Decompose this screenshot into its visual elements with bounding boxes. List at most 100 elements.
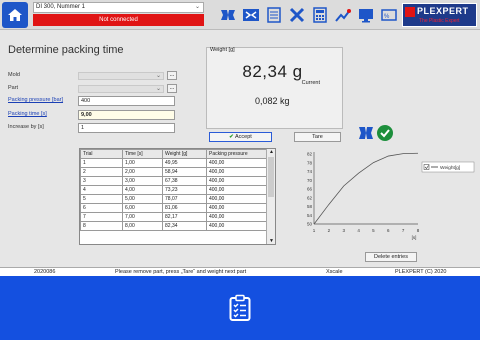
home-button[interactable] (2, 2, 28, 28)
y-tick-label: 82 (307, 152, 313, 157)
monitor-icon (359, 9, 373, 23)
cell-time: 7,00 (122, 212, 163, 222)
weight-kg-value: 0,082 kg (255, 96, 290, 106)
cell-weight: 73,23 (162, 185, 207, 195)
chevron-down-icon[interactable]: ▼ (267, 238, 275, 244)
compare-button[interactable] (240, 4, 262, 26)
calculator-button[interactable] (309, 4, 331, 26)
plexpert-logo: PLEXPERT The Plastic Expert (402, 3, 477, 27)
packing-pressure-input[interactable]: 400 (78, 96, 175, 106)
delete-entries-button[interactable]: Delete entries (365, 252, 417, 262)
packing-pressure-label[interactable]: Packing pressure [bar] (8, 97, 63, 103)
table-row[interactable]: 6 6,00 81,06 400,00 (80, 203, 267, 213)
cell-weight: 78,07 (162, 194, 207, 204)
cell-weight: 49,95 (162, 158, 207, 168)
table-scrollbar[interactable]: ▲ ▼ (266, 149, 275, 244)
table-row[interactable]: 2 2,00 58,94 400,00 (80, 167, 267, 177)
cell-time: 4,00 (122, 185, 163, 195)
scrollbar-thumb[interactable] (268, 157, 274, 197)
packing-time-input[interactable]: 9,00 (78, 110, 175, 120)
x-axis-label: [s] (412, 235, 417, 240)
home-icon (8, 9, 22, 21)
cell-trial: 7 (80, 212, 123, 222)
accept-button[interactable]: ✔ Accept (209, 132, 272, 142)
cell-packing-pressure: 400,00 (206, 158, 267, 168)
x-tick-label: 4 (357, 228, 360, 233)
series-line (313, 152, 419, 225)
accept-label: Accept (235, 134, 252, 140)
mold-label: Mold (8, 72, 20, 78)
table-row[interactable]: 8 8,00 82,34 400,00 (80, 221, 267, 231)
chevron-up-icon[interactable]: ▲ (267, 149, 275, 155)
chevron-down-icon: ⌄ (155, 86, 161, 92)
check-icon: ✔ (229, 134, 234, 140)
y-tick-label: 66 (307, 187, 313, 192)
status-device: Xscale (326, 269, 343, 275)
parameters-button[interactable] (217, 4, 239, 26)
part-browse-button[interactable]: ... (167, 84, 177, 93)
increase-input[interactable]: 1 (78, 123, 175, 133)
column-header-weight[interactable]: Weight [g] (162, 149, 207, 159)
y-tick-label: 62 (307, 195, 313, 200)
page-title: Determine packing time (8, 44, 124, 56)
y-tick-label: 54 (307, 213, 313, 218)
cell-time: 2,00 (122, 167, 163, 177)
packing-time-label[interactable]: Packing time [s] (8, 111, 47, 117)
chevron-down-icon: ⌄ (194, 4, 200, 10)
logo-mark-icon (405, 7, 415, 17)
cell-weight: 82,34 (162, 221, 207, 231)
x-tick-label: 1 (313, 228, 316, 233)
table-row[interactable]: 4 4,00 73,23 400,00 (80, 185, 267, 195)
table-row[interactable]: 5 5,00 78,07 400,00 (80, 194, 267, 204)
weight-value: 82,34 g (242, 62, 303, 81)
y-tick-label: 74 (307, 169, 313, 174)
cell-weight: 67,38 (162, 176, 207, 186)
chart-button[interactable] (332, 4, 354, 26)
table-row[interactable]: 7 7,00 82,17 400,00 (80, 212, 267, 222)
monitor-button[interactable] (355, 4, 377, 26)
legend-label: Weight[g] (440, 165, 460, 171)
part-select[interactable]: ⌄ (78, 85, 164, 93)
status-copyright: PLEXPERT (C) 2020 (395, 269, 447, 275)
list-button[interactable] (263, 4, 285, 26)
cell-packing-pressure: 400,00 (206, 221, 267, 231)
parameters-icon (221, 10, 235, 20)
logo-text: PLEXPERT (417, 6, 469, 16)
network-button[interactable]: % (378, 4, 400, 26)
cell-time: 6,00 (122, 203, 163, 213)
mold-browse-button[interactable]: ... (167, 71, 177, 80)
cell-weight: 82,17 (162, 212, 207, 222)
column-header-time[interactable]: Time [s] (122, 149, 163, 159)
cell-packing-pressure: 400,00 (206, 185, 267, 195)
tools-button[interactable] (286, 4, 308, 26)
table-row[interactable]: 1 1,00 49,95 400,00 (80, 158, 267, 168)
mold-select[interactable]: ⌄ (78, 72, 164, 80)
machine-select[interactable]: DI 300, Nummer 1 ⌄ (33, 2, 204, 13)
machine-select-value: DI 300, Nummer 1 (36, 4, 86, 10)
trials-table[interactable]: Trial Time [s] Weight [g] Packing pressu… (79, 148, 276, 245)
list-icon (267, 7, 281, 23)
status-id: 2020086 (34, 269, 56, 275)
weight-chart: 82 78 74 70 66 62 58 54 50 1 2 3 4 5 6 7 8 [s] Weight[g] (300, 148, 480, 248)
column-header-packing-pressure[interactable]: Packing pressure (206, 149, 267, 159)
x-tick-label: 3 (342, 228, 345, 233)
cell-trial: 2 (80, 167, 123, 177)
clipboard-checklist-icon[interactable] (229, 294, 251, 322)
tare-button[interactable]: Tare (294, 132, 341, 142)
part-label: Part (8, 85, 19, 91)
network-icon: % (381, 9, 397, 21)
table-row[interactable]: 3 3,00 67,38 400,00 (80, 176, 267, 186)
footer-panel (0, 276, 480, 340)
x-tick-label: 7 (402, 228, 405, 233)
logo-subtitle: The Plastic Expert (419, 18, 460, 24)
cell-trial: 4 (80, 185, 123, 195)
x-tick-label: 6 (387, 228, 390, 233)
cell-weight: 58,94 (162, 167, 207, 177)
cell-packing-pressure: 400,00 (206, 176, 267, 186)
column-header-trial[interactable]: Trial (80, 149, 123, 159)
status-bar: 2020086 Please remove part, press „Tare“… (0, 267, 480, 276)
cell-packing-pressure: 400,00 (206, 212, 267, 222)
cell-time: 5,00 (122, 194, 163, 204)
y-tick-label: 58 (307, 204, 313, 209)
status-message: Please remove part, press „Tare“ and wei… (115, 269, 247, 275)
